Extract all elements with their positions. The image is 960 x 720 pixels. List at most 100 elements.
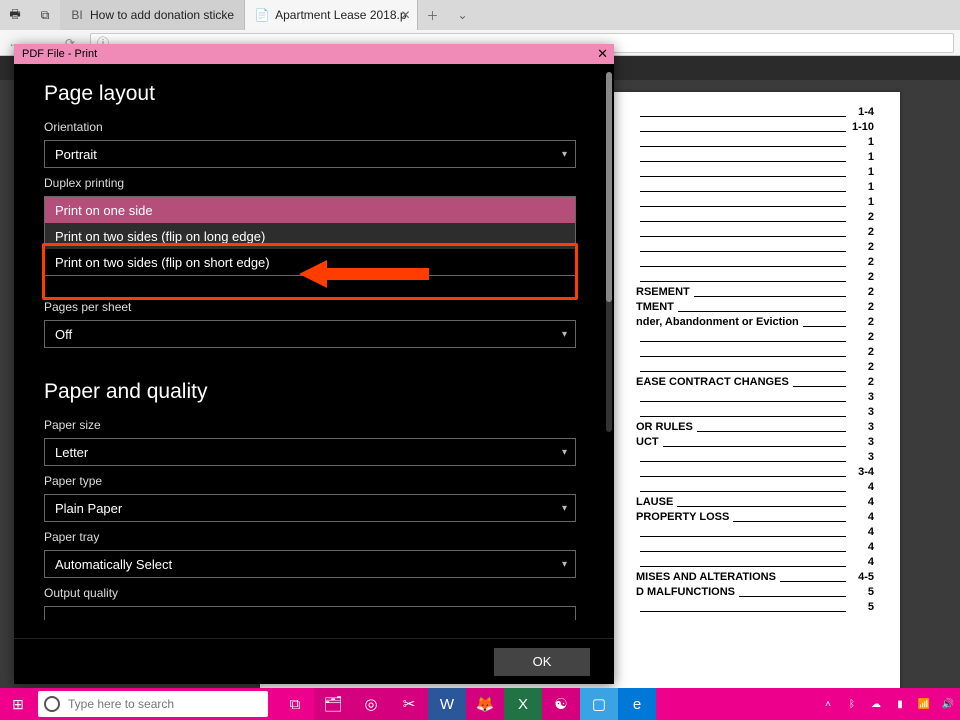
output-quality-select[interactable] [44,606,576,620]
excel-icon[interactable]: X [504,688,542,720]
doc-toc-leader [640,272,846,282]
section-heading-page-layout: Page layout [44,82,576,106]
onedrive-icon[interactable]: ☁ [868,696,884,712]
doc-toc-leader [640,212,846,222]
browser-tab-2[interactable]: 📄 Apartment Lease 2018.p ✕ [245,0,417,30]
doc-toc-leader [640,197,846,207]
doc-toc-page-number: 2 [850,211,874,223]
file-explorer-icon[interactable]: 🗂 [314,688,352,720]
paper-tray-select[interactable]: Automatically Select ▾ [44,550,576,578]
orientation-value: Portrait [55,147,97,162]
favicon-pdf: 📄 [255,8,269,22]
search-placeholder: Type here to search [68,697,174,711]
doc-toc-page-number: 4 [850,556,874,568]
doc-toc-page-number: 2 [850,256,874,268]
doc-toc-leader [678,302,846,312]
doc-toc-leader [640,347,846,357]
doc-toc-leader [640,392,846,402]
doc-toc-page-number: 4 [850,481,874,493]
output-quality-label: Output quality [44,586,576,600]
close-dialog-icon[interactable]: ✕ [597,46,608,62]
paper-size-select[interactable]: Letter ▾ [44,438,576,466]
doc-toc-leader [640,482,846,492]
chrome-icon[interactable]: ◎ [352,688,390,720]
pages-per-sheet-select[interactable]: Off ▾ [44,320,576,348]
paper-type-select[interactable]: Plain Paper ▾ [44,494,576,522]
doc-toc-page-number: 5 [850,601,874,613]
doc-toc-leader [640,227,846,237]
taskbar-search[interactable]: Type here to search [38,691,268,717]
doc-toc-leader [640,407,846,417]
chevron-down-icon: ▾ [562,329,567,340]
doc-toc-page-number: 3-4 [850,466,874,478]
doc-toc-page-number: 2 [850,346,874,358]
favicon-bi: BI [70,8,84,22]
option-label: Print on two sides (flip on long edge) [55,229,265,244]
battery-icon[interactable]: ▮ [892,696,908,712]
duplex-option-one-side[interactable]: Print on one side [45,197,575,223]
duplex-option-short-edge[interactable]: Print on two sides (flip on short edge) [45,249,575,275]
doc-toc-page-number: 1-10 [850,121,874,133]
doc-toc-page-number: 2 [850,226,874,238]
ok-button[interactable]: OK [494,648,590,676]
dialog-titlebar[interactable]: PDF File - Print ✕ [14,44,614,64]
doc-toc-page-number: 5 [850,586,874,598]
close-tab-icon[interactable]: ✕ [400,8,410,22]
doc-toc-leader [640,242,846,252]
bluetooth-icon[interactable]: ᛒ [844,696,860,712]
doc-toc-page-number: 2 [850,376,874,388]
paper-tray-label: Paper tray [44,530,576,544]
windows-taskbar: ⊞ Type here to search ⧉ 🗂 ◎ ✂ W 🦊 X ☯ ▢ … [0,688,960,720]
system-tray: ˄ ᛒ ☁ ▮ 📶 🔊 [820,696,960,712]
doc-toc-page-number: 2 [850,316,874,328]
doc-toc-leader [640,332,846,342]
edge-icon[interactable]: e [618,688,656,720]
print-dialog: PDF File - Print ✕ Page layout Orientati… [14,44,614,684]
print-icon[interactable]: 🖶 [0,0,30,30]
doc-toc-leader [697,422,846,432]
doc-toc-page-number: 1-4 [850,106,874,118]
doc-toc-leader [640,542,846,552]
doc-toc-page-number: 3 [850,421,874,433]
duplex-select-open[interactable]: Print on one side Print on two sides (fl… [44,196,576,276]
chevron-down-icon: ▾ [562,503,567,514]
doc-toc-leader [663,437,846,447]
doc-toc-page-number: 1 [850,196,874,208]
tray-up-icon[interactable]: ˄ [820,696,836,712]
new-tab-button[interactable]: ＋ [418,0,448,30]
wifi-icon[interactable]: 📶 [916,696,932,712]
orientation-select[interactable]: Portrait ▾ [44,140,576,168]
scrollbar-thumb[interactable] [606,72,612,302]
browser-tab-1[interactable]: BI How to add donation sticke [60,0,245,30]
doc-toc-page-number: 2 [850,301,874,313]
doc-toc-page-number: 4-5 [850,571,874,583]
doc-toc-page-number: 3 [850,391,874,403]
doc-toc-leader [640,122,846,132]
dialog-scrollbar[interactable] [606,72,612,432]
word-icon[interactable]: W [428,688,466,720]
orientation-label: Orientation [44,120,576,134]
paper-type-value: Plain Paper [55,501,122,516]
task-view-icon[interactable]: ⧉ [276,688,314,720]
doc-toc-leader [640,137,846,147]
app-icon[interactable]: ☯ [542,688,580,720]
doc-toc-page-number: 3 [850,406,874,418]
doc-toc-page-number: 2 [850,241,874,253]
doc-toc-leader [640,107,846,117]
cortana-icon [44,696,60,712]
photos-icon[interactable]: ▢ [580,688,618,720]
duplex-option-long-edge[interactable]: Print on two sides (flip on long edge) [45,223,575,249]
dialog-footer: OK [14,638,614,684]
doc-toc-page-number: 1 [850,181,874,193]
set-aside-tabs-icon[interactable]: ⧉ [30,0,60,30]
doc-toc-page-number: 2 [850,331,874,343]
doc-toc-leader [640,182,846,192]
doc-toc-page-number: 1 [850,166,874,178]
volume-icon[interactable]: 🔊 [940,696,956,712]
start-button[interactable]: ⊞ [0,688,36,720]
firefox-icon[interactable]: 🦊 [466,688,504,720]
snipping-tool-icon[interactable]: ✂ [390,688,428,720]
doc-toc-page-number: 2 [850,286,874,298]
tab-overflow-icon[interactable]: ⌄ [448,0,478,30]
doc-toc-leader [733,512,846,522]
